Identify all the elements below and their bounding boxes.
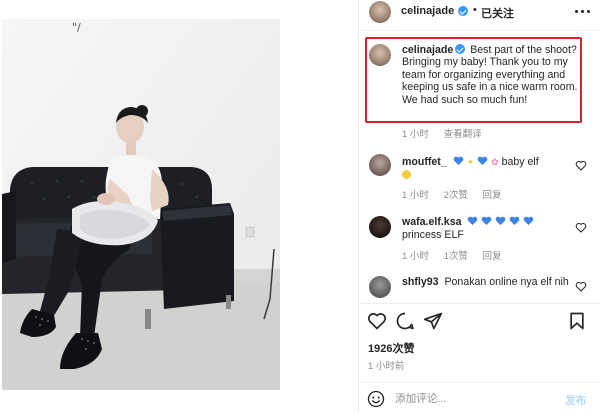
- photo-corner-mark: "/: [72, 21, 81, 34]
- blue-heart-icon: [468, 217, 477, 225]
- comment-time: 1 小时: [402, 190, 429, 201]
- blue-heart-icon: [510, 217, 519, 225]
- author-avatar[interactable]: [369, 1, 391, 23]
- comment-username[interactable]: shfly93: [402, 276, 439, 288]
- comment-clip: shfly93 Ponakan online nya elf nih: [359, 276, 600, 303]
- comment-text: Ponakan online nya elf nih: [444, 276, 569, 288]
- comment: shfly93 Ponakan online nya elf nih: [402, 276, 572, 289]
- photo-pane: "/: [0, 0, 358, 412]
- add-comment-input[interactable]: [395, 391, 545, 407]
- like-comment-heart-icon[interactable]: [575, 281, 587, 292]
- comment-time: 1 小时: [402, 251, 429, 262]
- smile-face-icon: [402, 170, 411, 179]
- more-options-icon[interactable]: [573, 4, 591, 18]
- emoji-picker-icon[interactable]: [367, 390, 385, 408]
- verified-badge-icon: [458, 6, 468, 16]
- share-send-icon[interactable]: [423, 311, 443, 331]
- comment-username[interactable]: wafa.elf.ksa: [402, 216, 461, 228]
- post-comment-button[interactable]: 发布: [565, 393, 586, 408]
- likes-count[interactable]: 1926次赞: [368, 340, 414, 356]
- reply-button[interactable]: 回复: [483, 190, 502, 201]
- comment-avatar[interactable]: [369, 154, 391, 176]
- blue-heart-icon: [496, 217, 505, 225]
- comment-bubble-icon[interactable]: [395, 311, 415, 331]
- blue-heart-icon: [454, 157, 463, 165]
- caption-time: 1 小时: [402, 129, 429, 140]
- save-bookmark-icon[interactable]: [567, 311, 587, 331]
- photo-illustration: "/: [2, 19, 280, 390]
- blue-heart-icon: [478, 157, 487, 165]
- post-timestamp: 1 小时前: [368, 361, 405, 372]
- comment-meta: 1 小时 1次赞 回复: [402, 248, 514, 262]
- caption-verified-icon: [455, 44, 466, 54]
- caption-username[interactable]: celinajade: [402, 44, 453, 56]
- comment-likes[interactable]: 2次赞: [444, 190, 468, 201]
- composer-divider: [359, 382, 600, 383]
- like-heart-icon[interactable]: [367, 311, 387, 331]
- reply-button[interactable]: 回复: [483, 251, 502, 262]
- comment-username[interactable]: mouffet_: [402, 156, 447, 168]
- comment-likes[interactable]: 1次赞: [444, 251, 468, 262]
- blue-heart-icon: [524, 217, 533, 225]
- flower-icon: ✿: [491, 157, 499, 167]
- post-header: celinajade • 已关注: [359, 0, 600, 26]
- caption-meta: 1 小时 查看翻译: [402, 126, 494, 140]
- comment-text: baby elf: [501, 156, 539, 168]
- sparkle-icon: ✦: [466, 157, 475, 167]
- actions-divider: [359, 303, 600, 304]
- comment: wafa.elf.ksa princess ELF: [402, 216, 572, 242]
- separator-dot: •: [473, 4, 477, 16]
- comment: mouffet_ ✦ ✿ baby elf: [402, 156, 572, 182]
- like-comment-heart-icon[interactable]: [575, 160, 587, 171]
- following-button[interactable]: 已关注: [481, 5, 514, 21]
- comment-text: princess ELF: [402, 229, 464, 241]
- comment-avatar[interactable]: [369, 216, 391, 238]
- caption-author-avatar[interactable]: [369, 44, 391, 66]
- blue-heart-icon: [482, 217, 491, 225]
- header-divider: [359, 30, 600, 31]
- author-username[interactable]: celinajade: [401, 5, 454, 17]
- post-panel: celinajade • 已关注 celinajade Best part of…: [359, 0, 600, 412]
- view-translation-link[interactable]: 查看翻译: [444, 129, 482, 140]
- caption: celinajade Best part of the shoot? Bring…: [402, 44, 578, 106]
- like-comment-heart-icon[interactable]: [575, 222, 587, 233]
- post-photo[interactable]: "/: [2, 19, 280, 390]
- comment-meta: 1 小时 2次赞 回复: [402, 187, 514, 201]
